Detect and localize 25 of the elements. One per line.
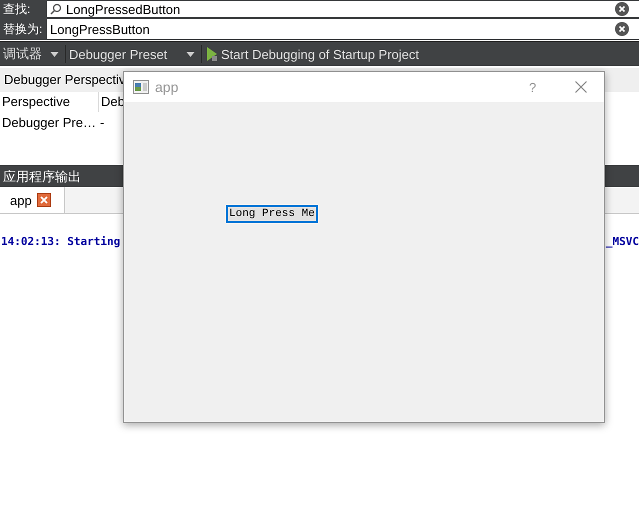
debugger-dropdown[interactable]: 调试器 (0, 45, 65, 63)
preset-dropdown[interactable]: Debugger Preset (66, 46, 201, 62)
replace-label: 替换为: (2, 20, 44, 38)
close-icon[interactable] (575, 81, 587, 93)
search-icon (50, 3, 62, 15)
output-line: 14:02:13: Starting (1, 235, 120, 248)
clear-icon[interactable] (615, 2, 629, 16)
close-icon[interactable] (36, 193, 51, 207)
dialog-title: app (155, 79, 180, 95)
caret-icon (186, 52, 195, 56)
play-icon (206, 46, 218, 62)
clear-icon[interactable] (615, 22, 629, 36)
output-line: _MSVC (606, 235, 639, 248)
tab-label: app (10, 192, 32, 208)
table-cell-text: - (99, 114, 104, 130)
table-cell-text: Debugger Pre… (1, 114, 97, 130)
find-label: 查找: (2, 0, 32, 18)
find-field[interactable]: LongPressedButton (47, 1, 639, 17)
long-press-button[interactable]: Long Press Me (226, 205, 318, 223)
start-debugging-button[interactable]: Start Debugging of Startup Project (202, 46, 424, 62)
app-icon (133, 80, 149, 94)
output-tab[interactable]: app (0, 187, 65, 213)
caret-icon (50, 52, 59, 56)
replace-field[interactable]: LongPressButton (47, 19, 639, 39)
column-header: Perspective (0, 92, 99, 112)
